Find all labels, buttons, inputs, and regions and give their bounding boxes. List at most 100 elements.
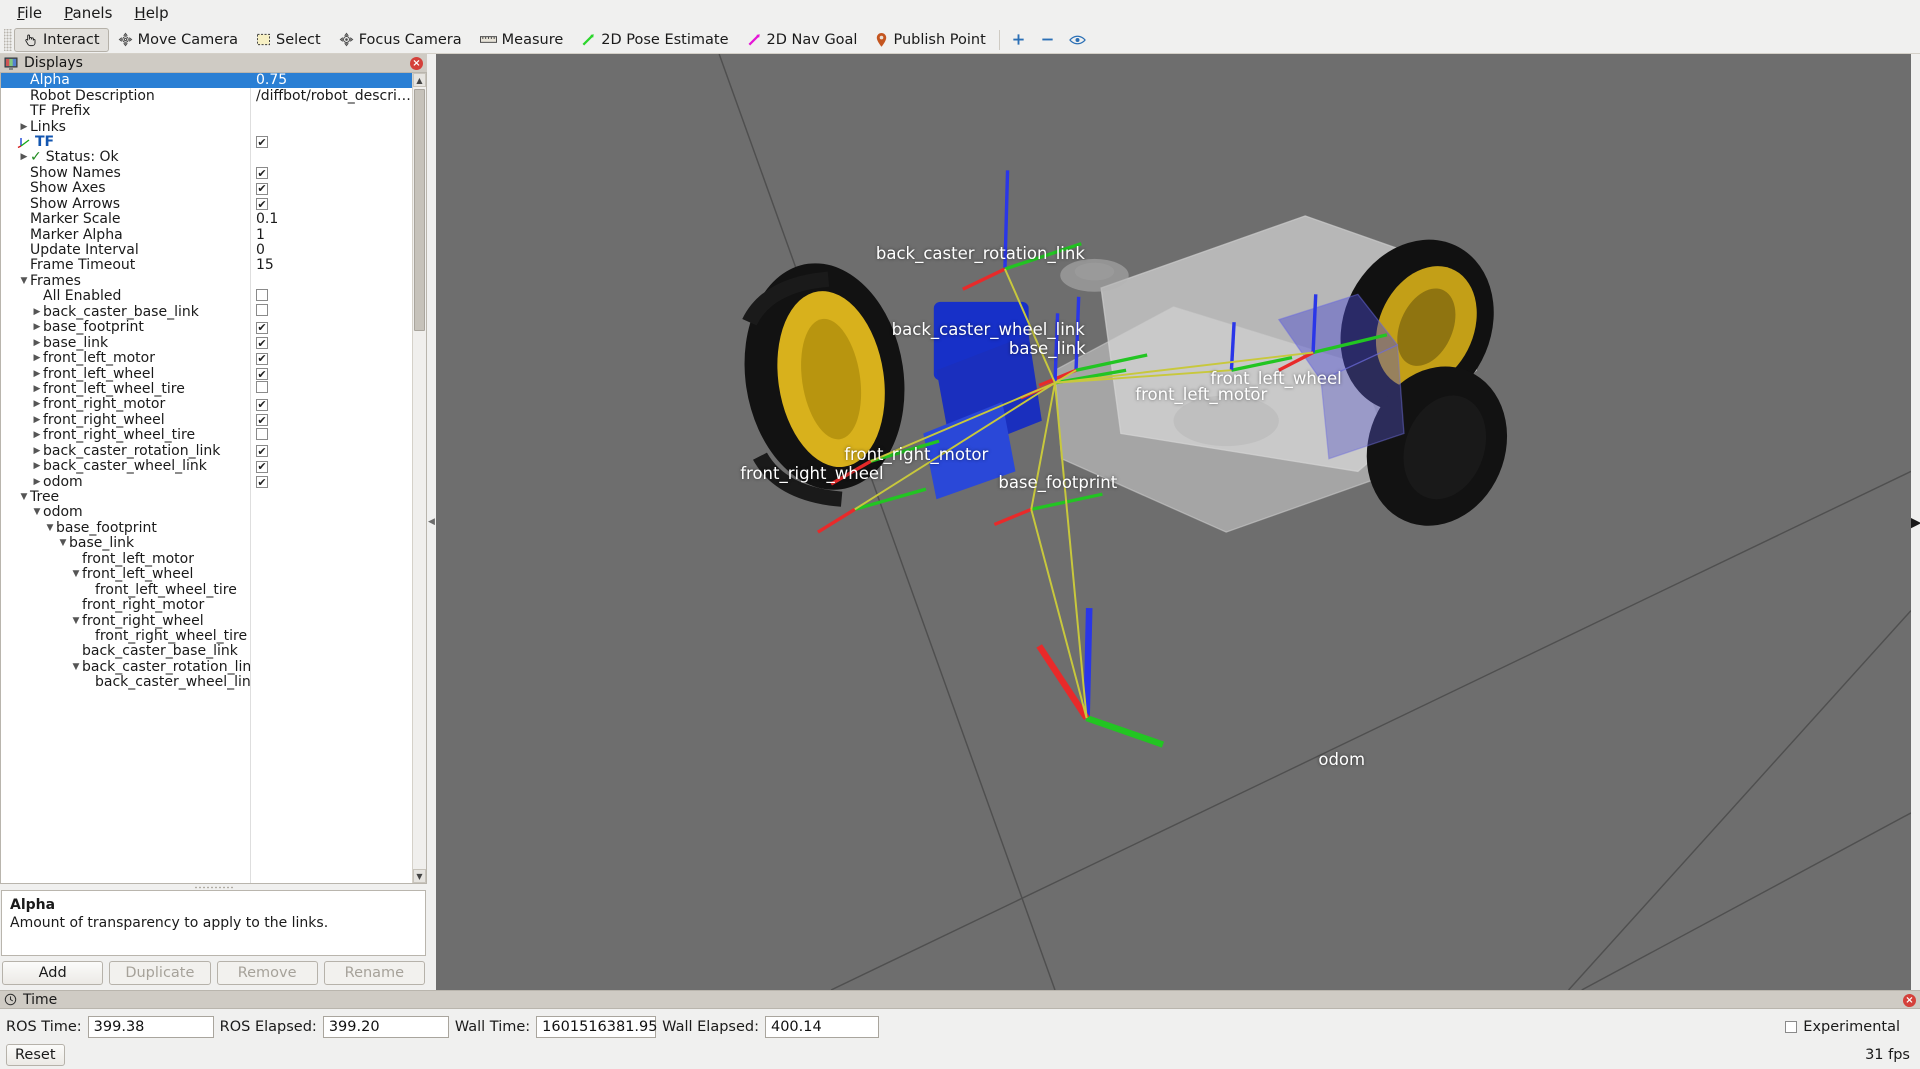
property-row[interactable]: TF✔	[1, 135, 412, 150]
dock-splitter-right[interactable]: ▶	[1911, 54, 1920, 990]
property-checkbox[interactable]: ✔	[256, 368, 268, 380]
property-value-cell[interactable]: ✔	[250, 197, 412, 212]
property-value-cell[interactable]: 15	[250, 258, 412, 273]
tool-publish-point[interactable]: Publish Point	[866, 28, 994, 52]
chevron-right-icon[interactable]: ▶	[18, 150, 30, 165]
chevron-down-icon[interactable]: ▼	[70, 660, 82, 675]
property-checkbox[interactable]: ✔	[256, 414, 268, 426]
property-checkbox[interactable]: ✔	[256, 136, 268, 148]
property-row[interactable]: All Enabled	[1, 289, 412, 304]
property-value-cell[interactable]	[250, 381, 412, 397]
chevron-right-icon[interactable]: ▶	[31, 305, 43, 320]
property-row[interactable]: ▶odom✔	[1, 474, 412, 489]
property-row[interactable]: front_left_wheel_tire	[1, 582, 412, 597]
menu-panels[interactable]: Panels	[53, 1, 123, 25]
property-value-cell[interactable]	[250, 304, 412, 320]
chevron-right-icon[interactable]: ▶	[31, 320, 43, 335]
close-icon[interactable]: ×	[410, 57, 423, 70]
property-value-cell[interactable]	[250, 428, 412, 444]
chevron-down-icon[interactable]: ▼	[31, 505, 43, 520]
scrollbar-thumb[interactable]	[414, 89, 425, 331]
property-checkbox[interactable]: ✔	[256, 337, 268, 349]
close-icon[interactable]: ×	[1903, 994, 1916, 1007]
property-row[interactable]: Marker Scale0.1	[1, 212, 412, 227]
ros-time-input[interactable]: 399.38	[88, 1016, 214, 1038]
remove-button[interactable]: Remove	[217, 961, 318, 985]
property-checkbox[interactable]	[256, 428, 268, 440]
property-row[interactable]: ▶base_footprint✔	[1, 320, 412, 335]
experimental-group[interactable]: Experimental	[1785, 1019, 1914, 1035]
experimental-checkbox[interactable]	[1785, 1021, 1797, 1033]
property-row[interactable]: ▼front_left_wheel	[1, 567, 412, 582]
property-row[interactable]: ▼front_right_wheel	[1, 613, 412, 628]
property-row[interactable]: Robot Description/diffbot/robot_descript…	[1, 88, 412, 103]
chevron-right-icon[interactable]: ▶	[18, 120, 30, 135]
chevron-down-icon[interactable]: ▼	[70, 614, 82, 629]
dock-splitter-left[interactable]: ◀	[427, 54, 436, 990]
property-row[interactable]: Marker Alpha1	[1, 227, 412, 242]
displays-property-tree[interactable]: Alpha0.75Robot Description/diffbot/robot…	[0, 73, 427, 884]
property-checkbox[interactable]: ✔	[256, 445, 268, 457]
property-value-cell[interactable]: ✔	[250, 459, 412, 474]
tool-focus-camera[interactable]: Focus Camera	[330, 28, 471, 52]
property-row[interactable]: ▶✓Status: Ok	[1, 150, 412, 165]
add-button[interactable]: Add	[2, 961, 103, 985]
property-value-cell[interactable]: ✔	[250, 413, 412, 428]
property-row[interactable]: front_right_motor	[1, 598, 412, 613]
property-value-cell[interactable]: ✔	[250, 444, 412, 459]
collapse-left-icon[interactable]: ◀	[428, 517, 435, 527]
property-checkbox[interactable]: ✔	[256, 198, 268, 210]
property-row[interactable]: Show Axes✔	[1, 181, 412, 196]
property-checkbox[interactable]: ✔	[256, 322, 268, 334]
property-row[interactable]: ▶front_right_wheel_tire	[1, 428, 412, 443]
property-value-cell[interactable]: /diffbot/robot_description	[250, 89, 412, 104]
chevron-right-icon[interactable]: ▶	[31, 397, 43, 412]
duplicate-button[interactable]: Duplicate	[109, 961, 210, 985]
property-row[interactable]: Show Names✔	[1, 166, 412, 181]
add-tool-button[interactable]	[1004, 28, 1033, 52]
property-value-cell[interactable]: 0.75	[250, 73, 412, 88]
displays-scrollbar[interactable]: ▲ ▼	[412, 73, 426, 883]
property-value-cell[interactable]: 1	[250, 228, 412, 243]
property-value-cell[interactable]	[250, 289, 412, 305]
menu-help[interactable]: Help	[123, 1, 179, 25]
property-row[interactable]: ▶front_left_wheel✔	[1, 366, 412, 381]
tool-move-camera[interactable]: Move Camera	[109, 28, 247, 52]
property-row[interactable]: ▶front_left_wheel_tire	[1, 382, 412, 397]
chevron-right-icon[interactable]: ▶	[31, 428, 43, 443]
property-checkbox[interactable]: ✔	[256, 461, 268, 473]
chevron-right-icon[interactable]: ▶	[31, 444, 43, 459]
chevron-right-icon[interactable]: ▶	[31, 351, 43, 366]
property-value-cell[interactable]: ✔	[250, 397, 412, 412]
property-row[interactable]: ▶base_link✔	[1, 335, 412, 350]
property-value-cell[interactable]: ✔	[250, 351, 412, 366]
property-value-cell[interactable]: ✔	[250, 475, 412, 490]
property-row[interactable]: ▼Frames	[1, 274, 412, 289]
menu-file[interactable]: File	[6, 1, 53, 25]
property-row[interactable]: back_caster_base_link	[1, 644, 412, 659]
property-row[interactable]: ▼Tree	[1, 490, 412, 505]
chevron-right-icon[interactable]: ▶	[31, 475, 43, 490]
property-row[interactable]: ▶front_right_motor✔	[1, 397, 412, 412]
property-row[interactable]: Update Interval0	[1, 243, 412, 258]
property-row[interactable]: ▼base_link	[1, 536, 412, 551]
property-value-cell[interactable]: 0	[250, 243, 412, 258]
chevron-down-icon[interactable]: ▼	[44, 521, 56, 536]
scroll-down-icon[interactable]: ▼	[413, 869, 426, 883]
chevron-down-icon[interactable]: ▼	[70, 567, 82, 582]
property-row[interactable]: ▶front_right_wheel✔	[1, 413, 412, 428]
property-checkbox[interactable]: ✔	[256, 476, 268, 488]
ogre-3d-canvas[interactable]: back_caster_rotation_linkback_caster_whe…	[436, 54, 1911, 990]
property-value-cell[interactable]: ✔	[250, 181, 412, 196]
property-row[interactable]: ▼odom	[1, 505, 412, 520]
property-row[interactable]: ▶back_caster_base_link	[1, 305, 412, 320]
property-row[interactable]: front_right_wheel_tire	[1, 629, 412, 644]
tool-interact[interactable]: Interact	[14, 28, 109, 52]
property-row[interactable]: ▼base_footprint	[1, 521, 412, 536]
property-checkbox[interactable]	[256, 381, 268, 393]
collapse-right-icon[interactable]: ▶	[1910, 513, 1920, 531]
chevron-down-icon[interactable]: ▼	[18, 490, 30, 505]
property-row[interactable]: ▶back_caster_rotation_link✔	[1, 444, 412, 459]
property-row[interactable]: ▶front_left_motor✔	[1, 351, 412, 366]
property-value-cell[interactable]: ✔	[250, 166, 412, 181]
